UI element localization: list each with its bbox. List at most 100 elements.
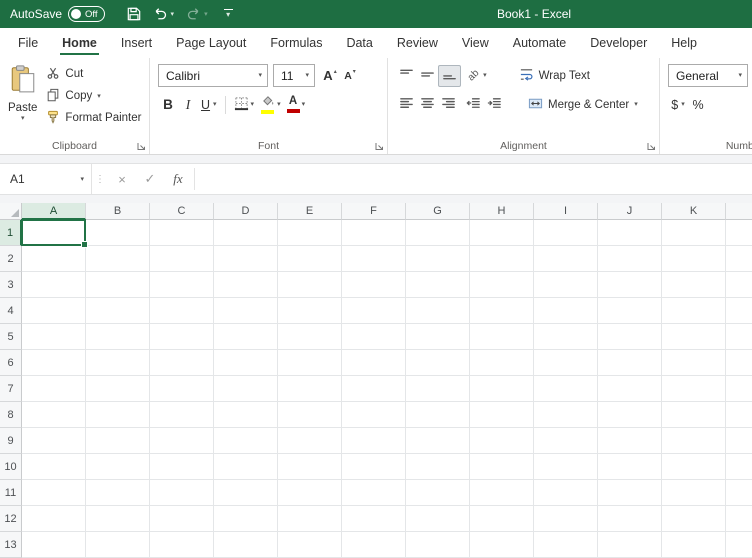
cell-g6[interactable] <box>406 350 470 376</box>
cell-f1[interactable] <box>342 220 406 246</box>
select-all-corner[interactable] <box>0 203 22 220</box>
cell-k6[interactable] <box>662 350 726 376</box>
cancel-button[interactable]: × <box>108 164 136 194</box>
undo-button[interactable]: ▾ <box>147 1 181 27</box>
row-header-6[interactable]: 6 <box>0 350 22 376</box>
underline-button[interactable]: U ▾ <box>198 94 220 116</box>
format-painter-button[interactable]: Format Painter <box>43 107 144 129</box>
align-left-button[interactable] <box>396 94 417 116</box>
font-size-combo[interactable]: 11 ▾ <box>273 64 315 87</box>
cell-e11[interactable] <box>278 480 342 506</box>
column-header-j[interactable]: J <box>598 203 662 220</box>
cell-k10[interactable] <box>662 454 726 480</box>
tab-formulas[interactable]: Formulas <box>258 28 334 58</box>
cell-d6[interactable] <box>214 350 278 376</box>
cell-d3[interactable] <box>214 272 278 298</box>
cell-b2[interactable] <box>86 246 150 272</box>
cell-f10[interactable] <box>342 454 406 480</box>
cell-i9[interactable] <box>534 428 598 454</box>
cell-k2[interactable] <box>662 246 726 272</box>
cell-e7[interactable] <box>278 376 342 402</box>
cell-g5[interactable] <box>406 324 470 350</box>
cell-i1[interactable] <box>534 220 598 246</box>
row-header-2[interactable]: 2 <box>0 246 22 272</box>
cell-g7[interactable] <box>406 376 470 402</box>
cell-a2[interactable] <box>22 246 86 272</box>
column-header-g[interactable]: G <box>406 203 470 220</box>
cell-c5[interactable] <box>150 324 214 350</box>
cell-a11[interactable] <box>22 480 86 506</box>
cell-g8[interactable] <box>406 402 470 428</box>
cell-g10[interactable] <box>406 454 470 480</box>
row-header-4[interactable]: 4 <box>0 298 22 324</box>
cell-b3[interactable] <box>86 272 150 298</box>
align-middle-button[interactable] <box>417 65 438 87</box>
cell-h12[interactable] <box>470 506 534 532</box>
cell-a13[interactable] <box>22 532 86 558</box>
cell-i7[interactable] <box>534 376 598 402</box>
cell-a10[interactable] <box>22 454 86 480</box>
cell-f11[interactable] <box>342 480 406 506</box>
cell-h5[interactable] <box>470 324 534 350</box>
cell-i8[interactable] <box>534 402 598 428</box>
cell-a3[interactable] <box>22 272 86 298</box>
cell-b4[interactable] <box>86 298 150 324</box>
cell-d13[interactable] <box>214 532 278 558</box>
font-name-combo[interactable]: Calibri ▾ <box>158 64 268 87</box>
cell-c10[interactable] <box>150 454 214 480</box>
row-header-7[interactable]: 7 <box>0 376 22 402</box>
cell-d4[interactable] <box>214 298 278 324</box>
cell-j13[interactable] <box>598 532 662 558</box>
cell-c6[interactable] <box>150 350 214 376</box>
font-color-button[interactable]: A ▾ <box>284 94 309 116</box>
paste-button[interactable]: Paste ▾ <box>8 63 37 137</box>
cell-c4[interactable] <box>150 298 214 324</box>
column-header-k[interactable]: K <box>662 203 726 220</box>
cell-k8[interactable] <box>662 402 726 428</box>
column-header-b[interactable]: B <box>86 203 150 220</box>
cell-k13[interactable] <box>662 532 726 558</box>
font-dialog-launcher-icon[interactable] <box>375 142 384 151</box>
wrap-text-button[interactable]: Wrap Text <box>516 65 593 87</box>
cell-b6[interactable] <box>86 350 150 376</box>
cell-b12[interactable] <box>86 506 150 532</box>
cell-f5[interactable] <box>342 324 406 350</box>
cell-h13[interactable] <box>470 532 534 558</box>
cell-a8[interactable] <box>22 402 86 428</box>
cell-i3[interactable] <box>534 272 598 298</box>
row-header-1[interactable]: 1 <box>0 220 22 246</box>
cell-b8[interactable] <box>86 402 150 428</box>
cell-j7[interactable] <box>598 376 662 402</box>
cell-g1[interactable] <box>406 220 470 246</box>
enter-button[interactable]: ✓ <box>136 164 164 194</box>
cell-d10[interactable] <box>214 454 278 480</box>
increase-font-size-button[interactable]: A ▴ <box>320 65 340 87</box>
cell-e13[interactable] <box>278 532 342 558</box>
merge-center-button[interactable]: Merge & Center ▾ <box>525 94 641 116</box>
cell-a1[interactable] <box>21 219 88 248</box>
cell-i11[interactable] <box>534 480 598 506</box>
column-header-c[interactable]: C <box>150 203 214 220</box>
column-header-e[interactable]: E <box>278 203 342 220</box>
cell-i2[interactable] <box>534 246 598 272</box>
cell-h10[interactable] <box>470 454 534 480</box>
tab-file[interactable]: File <box>6 28 50 58</box>
cell-c8[interactable] <box>150 402 214 428</box>
cell-d5[interactable] <box>214 324 278 350</box>
cell-a12[interactable] <box>22 506 86 532</box>
row-header-11[interactable]: 11 <box>0 480 22 506</box>
cell-d9[interactable] <box>214 428 278 454</box>
cell-e10[interactable] <box>278 454 342 480</box>
row-header-13[interactable]: 13 <box>0 532 22 558</box>
cell-i10[interactable] <box>534 454 598 480</box>
cell-i4[interactable] <box>534 298 598 324</box>
increase-indent-button[interactable] <box>484 94 505 116</box>
cell-b5[interactable] <box>86 324 150 350</box>
cell-i6[interactable] <box>534 350 598 376</box>
align-bottom-button[interactable] <box>438 64 461 87</box>
cell-j2[interactable] <box>598 246 662 272</box>
cell-f6[interactable] <box>342 350 406 376</box>
cell-a9[interactable] <box>22 428 86 454</box>
cell-a4[interactable] <box>22 298 86 324</box>
cell-b10[interactable] <box>86 454 150 480</box>
